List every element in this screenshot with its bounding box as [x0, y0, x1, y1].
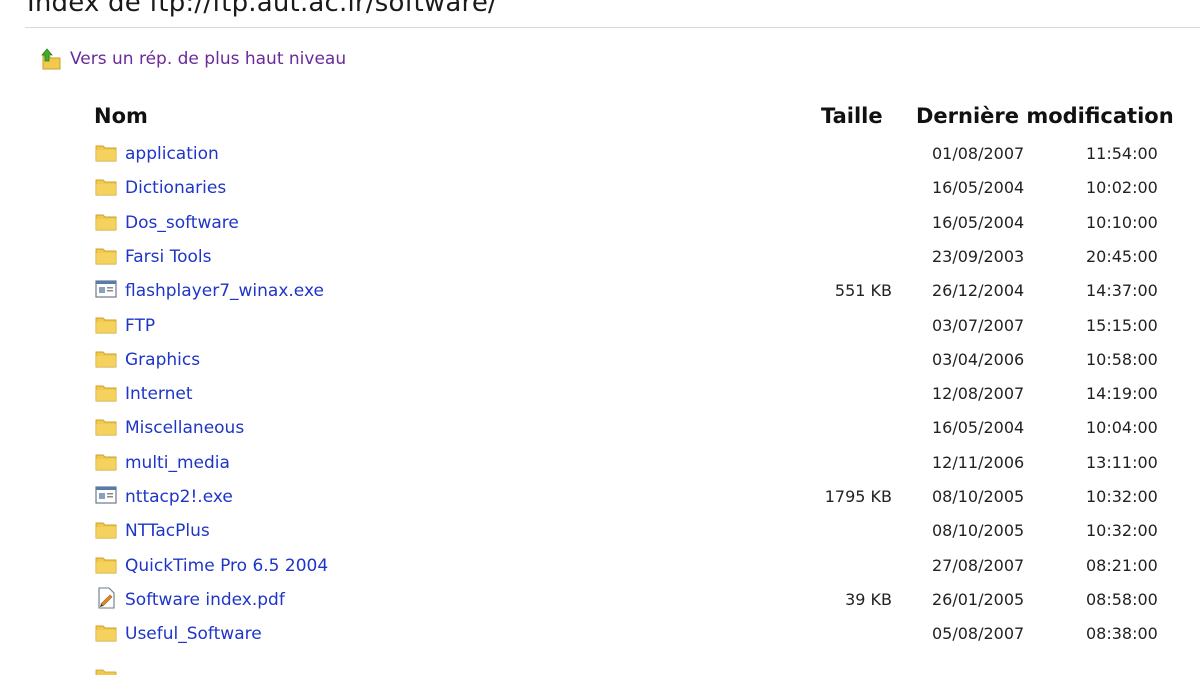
- entry-date: 08/10/2005: [932, 521, 1025, 541]
- table-row: multi_media 12/11/2006 13:11:00: [0, 446, 1200, 480]
- table-row: Useful_Software 05/08/2007 08:38:00: [0, 617, 1200, 651]
- folder-icon: [95, 415, 117, 437]
- entry-date: 03/04/2006: [932, 349, 1025, 369]
- entry-name-link[interactable]: QuickTime Pro 6.5 2004: [125, 556, 328, 576]
- entry-name-link[interactable]: flashplayer7_winax.exe: [125, 281, 324, 301]
- table-row: Graphics 03/04/2006 10:58:00: [0, 343, 1200, 377]
- entry-name-link[interactable]: nttacp2!.exe: [125, 487, 233, 507]
- folder-icon: [95, 244, 117, 266]
- column-header-name[interactable]: Nom: [94, 104, 148, 128]
- entry-date: 03/07/2007: [932, 315, 1025, 335]
- entry-name-link[interactable]: NTTacPlus: [125, 521, 210, 541]
- table-row: FTP 03/07/2007 15:15:00: [0, 309, 1200, 343]
- column-header-size[interactable]: Taille: [821, 104, 883, 128]
- entry-time: 10:10:00: [1086, 212, 1158, 232]
- table-row: Software index.pdf 39 KB 26/01/2005 08:58:0…: [0, 583, 1200, 617]
- executable-icon: [95, 278, 117, 300]
- folder-icon: [95, 141, 117, 163]
- entry-size: 551 KB: [834, 281, 892, 301]
- folder-icon: [95, 621, 117, 643]
- table-row: application 01/08/2007 11:54:00: [0, 137, 1200, 171]
- entry-size: 1795 KB: [824, 487, 892, 506]
- entry-date: 08/10/2005: [932, 487, 1025, 506]
- entry-name-link[interactable]: Farsi Tools: [125, 247, 212, 267]
- table-row: Internet 12/08/2007 14:19:00: [0, 377, 1200, 411]
- entry-name-link[interactable]: Internet: [125, 384, 193, 404]
- folder-icon: [95, 175, 117, 197]
- entry-date: 26/12/2004: [932, 281, 1025, 301]
- entry-date: 12/08/2007: [932, 384, 1025, 404]
- entry-time: 14:19:00: [1086, 384, 1158, 404]
- document-icon: [95, 587, 117, 609]
- entry-name-link[interactable]: Miscellaneous: [125, 418, 244, 438]
- entry-time: 10:58:00: [1086, 349, 1158, 369]
- folder-icon: [95, 347, 117, 369]
- table-row: nttacp2!.exe 1795 KB 08/10/2005 10:32:00: [0, 480, 1200, 514]
- entry-name-link[interactable]: Useful_Software: [125, 624, 262, 644]
- entry-date: 16/05/2004: [932, 212, 1025, 232]
- entry-time: 11:54:00: [1086, 144, 1158, 163]
- entry-time: 10:04:00: [1086, 418, 1158, 438]
- table-row: Farsi Tools 23/09/2003 20:45:00: [0, 240, 1200, 274]
- parent-directory-link[interactable]: Vers un rép. de plus haut niveau: [40, 47, 346, 71]
- table-row: Dictionaries 16/05/2004 10:02:00: [0, 171, 1200, 205]
- entry-date: 16/05/2004: [932, 178, 1025, 198]
- entry-name-link[interactable]: FTP: [125, 316, 155, 336]
- entry-name-link[interactable]: Software index.pdf: [125, 590, 285, 610]
- table-row: Dos_software 16/05/2004 10:10:00: [0, 206, 1200, 240]
- entry-time: 10:32:00: [1086, 487, 1158, 506]
- title-divider: [25, 27, 1200, 28]
- table-row: flashplayer7_winax.exe 551 KB 26/12/2004 14…: [0, 274, 1200, 308]
- entry-time: 08:58:00: [1086, 589, 1158, 609]
- entry-date: 16/05/2004: [932, 418, 1025, 438]
- entry-name-link[interactable]: Graphics: [125, 350, 200, 370]
- page-title: Index de ftp://ftp.aut.ac.ir/software/: [27, 0, 497, 18]
- entry-date: 12/11/2006: [932, 452, 1025, 472]
- entry-time: 08:38:00: [1086, 624, 1158, 644]
- column-header-modified[interactable]: Dernière modification: [916, 104, 1174, 128]
- entry-date: 27/08/2007: [932, 555, 1025, 575]
- folder-icon: [95, 210, 117, 232]
- entry-date: 05/08/2007: [932, 624, 1025, 644]
- entry-time: 13:11:00: [1086, 452, 1158, 472]
- folder-icon: [95, 553, 117, 575]
- entry-name-link[interactable]: Dictionaries: [125, 178, 226, 198]
- folder-icon: [95, 450, 117, 472]
- folder-icon: [95, 313, 117, 335]
- entry-time: 20:45:00: [1086, 246, 1158, 266]
- entry-size: 39 KB: [845, 589, 892, 609]
- table-row: Miscellaneous 16/05/2004 10:04:00: [0, 411, 1200, 445]
- entry-time: 14:37:00: [1086, 281, 1158, 301]
- table-row: QuickTime Pro 6.5 2004 27/08/2007 08:21:00: [0, 549, 1200, 583]
- executable-icon: [95, 484, 117, 506]
- entry-time: 15:15:00: [1086, 315, 1158, 335]
- folder-icon: [95, 669, 117, 675]
- entry-date: 26/01/2005: [932, 589, 1025, 609]
- up-arrow-folder-icon: [40, 47, 64, 71]
- table-row: NTTacPlus 08/10/2005 10:32:00: [0, 514, 1200, 548]
- folder-icon: [95, 518, 117, 540]
- entry-name-link[interactable]: Dos_software: [125, 213, 239, 233]
- entry-time: 10:02:00: [1086, 178, 1158, 198]
- folder-icon: [95, 381, 117, 403]
- entry-time: 08:21:00: [1086, 555, 1158, 575]
- parent-directory-label: Vers un rép. de plus haut niveau: [70, 49, 347, 69]
- entry-time: 10:32:00: [1086, 521, 1158, 541]
- entry-date: 23/09/2003: [932, 246, 1025, 266]
- entry-name-link[interactable]: application: [125, 144, 219, 164]
- entry-date: 01/08/2007: [932, 144, 1025, 163]
- entry-name-link[interactable]: multi_media: [125, 453, 230, 473]
- ftp-index-page: Index de ftp://ftp.aut.ac.ir/software/ V…: [0, 0, 1200, 675]
